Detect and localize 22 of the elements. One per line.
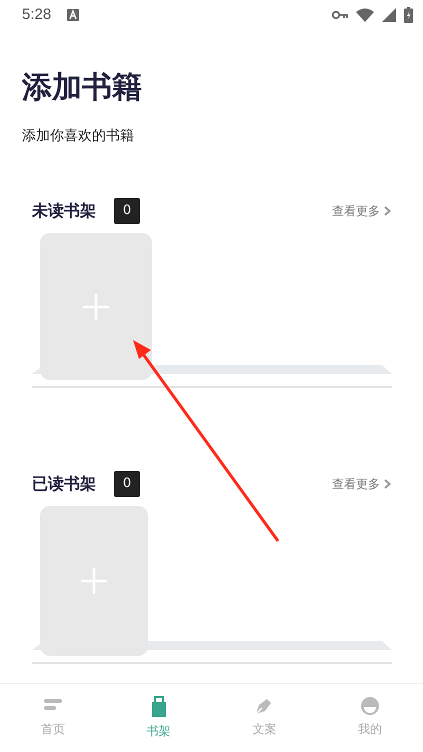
count-badge: 0 xyxy=(114,471,140,497)
nav-tab[interactable]: 我的 xyxy=(317,684,423,752)
signal-icon xyxy=(382,8,396,22)
more-link[interactable]: 查看更多 xyxy=(332,202,391,220)
nav-tab[interactable]: 首页 xyxy=(0,684,106,752)
nav-tab[interactable]: 文案 xyxy=(212,684,318,752)
add-book-card[interactable] xyxy=(40,233,152,380)
wifi-icon xyxy=(356,8,374,22)
profile-icon xyxy=(360,696,380,716)
page-subtitle: 添加你喜欢的书籍 xyxy=(22,127,135,146)
shelf-title: 已读书架 xyxy=(32,473,96,495)
chevron-right-icon xyxy=(384,206,391,216)
shelf-title: 未读书架 xyxy=(32,200,96,222)
battery-icon xyxy=(404,7,413,23)
page-title: 添加书籍 xyxy=(22,69,143,107)
status-time: 5:28 xyxy=(22,4,52,25)
key-icon xyxy=(332,10,348,20)
count-badge: 0 xyxy=(114,198,140,224)
chevron-right-icon xyxy=(384,479,391,489)
nav-tab[interactable]: 书架 xyxy=(106,684,212,752)
more-link[interactable]: 查看更多 xyxy=(332,475,391,493)
bookshelf-icon xyxy=(150,696,168,718)
